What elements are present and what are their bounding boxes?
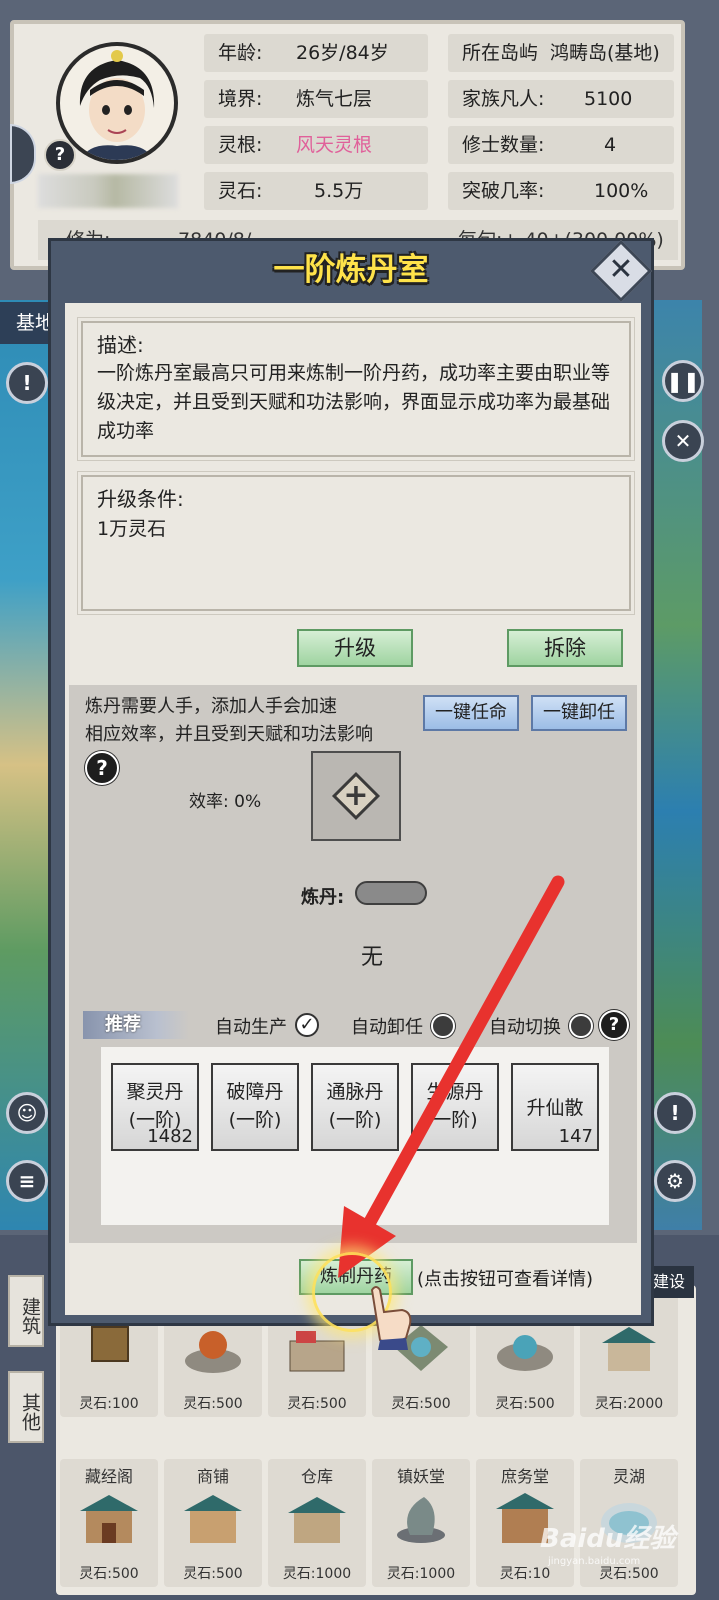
upgrade-title: 升级条件: (97, 487, 184, 511)
cultivators-row: 修士数量: 4 (448, 126, 674, 164)
staff-hint: 炼丹需要人手，添加人手会加速 相应效率，并且受到天赋和功法影响 (85, 696, 373, 745)
efficiency-label: 效率: 0% (189, 792, 262, 812)
realm-row: 境界: 炼气七层 (204, 80, 428, 118)
description-text: 一阶炼丹室最高只可用来炼制一阶丹药，成功率主要由职业等级决定，并且受到天赋和功法… (97, 362, 611, 442)
upgrade-box: 升级条件: 1万灵石 (77, 471, 635, 615)
building-icon (494, 1321, 556, 1377)
upgrade-button[interactable]: 升级 (297, 629, 413, 667)
character-avatar[interactable] (56, 42, 178, 164)
red-arrow-icon (338, 875, 565, 1278)
watermark: Baidu经验 (540, 1524, 676, 1554)
alert-icon[interactable]: ! (6, 362, 48, 404)
plus-icon: + (343, 778, 369, 813)
spirit-stone-row: 灵石: 5.5万 (204, 172, 428, 210)
island-row: 所在岛屿 鸿畴岛(基地) (448, 34, 674, 72)
staff-help-icon[interactable]: ? (85, 751, 119, 785)
scroll-icon[interactable]: ≡ (6, 1160, 48, 1202)
breakthrough-row: 突破几率: 100% (448, 172, 674, 210)
character-icon[interactable]: ☺ (6, 1092, 48, 1134)
demolish-button[interactable]: 拆除 (507, 629, 623, 667)
pointing-hand-icon (370, 1286, 412, 1350)
blurred-name (38, 174, 178, 208)
building-icon (78, 1491, 140, 1547)
auto-produce-label: 自动生产 (215, 1017, 287, 1038)
appoint-all-button[interactable]: 一键任命 (423, 695, 519, 731)
dismiss-all-button[interactable]: 一键卸任 (531, 695, 627, 731)
mortals-row: 家族凡人: 5100 (448, 80, 674, 118)
age-row: 年龄: 26岁/84岁 (204, 34, 428, 72)
description-title: 描述: (97, 333, 144, 357)
linggen-row: 灵根: 风天灵根 (204, 126, 428, 164)
building-icon (182, 1321, 244, 1377)
help-icon[interactable]: ? (44, 139, 76, 171)
building-icon (390, 1491, 452, 1547)
upgrade-cost: 1万灵石 (97, 518, 167, 540)
recommend-tab[interactable]: 推荐 (83, 1011, 189, 1039)
recipe-pozhang[interactable]: 破障丹 (一阶) (211, 1063, 299, 1151)
modal-title: 一阶炼丹室 (273, 252, 429, 288)
building-icon (286, 1491, 348, 1547)
building-icon (78, 1321, 140, 1377)
character-info-card: ? 年龄: 26岁/84岁 境界: 炼气七层 灵根: 风天灵根 灵石: 5.5万 所在岛… (10, 20, 685, 270)
watermark-url: jingyan.baidu.com (548, 1556, 641, 1567)
description-box: 描述: 一阶炼丹室最高只可用来炼制一阶丹药，成功率主要由职业等级决定，并且受到天… (77, 317, 635, 461)
auto-help-icon[interactable]: ? (599, 1010, 629, 1040)
add-staff-slot[interactable]: + (311, 751, 401, 841)
building-icon (598, 1321, 660, 1377)
pause-icon[interactable]: ❚❚ (662, 360, 704, 402)
building-item-cangjingge[interactable]: 藏经阁 灵石:500 (60, 1459, 158, 1587)
swords-icon[interactable]: ✕ (662, 420, 704, 462)
tab-building[interactable]: 建筑 (8, 1275, 44, 1347)
building-item-zhenyaotang[interactable]: 镇妖堂 灵石:1000 (372, 1459, 470, 1587)
gear-icon[interactable]: ⚙ (654, 1160, 696, 1202)
tab-other[interactable]: 其他 (8, 1371, 44, 1443)
side-pause-button[interactable] (10, 124, 36, 184)
notice-icon[interactable]: ! (654, 1092, 696, 1134)
building-item-warehouse[interactable]: 仓库 灵石:1000 (268, 1459, 366, 1587)
recipe-juling[interactable]: 聚灵丹 (一阶) 1482 (111, 1063, 199, 1151)
building-item-shop[interactable]: 商铺 灵石:500 (164, 1459, 262, 1587)
building-icon (182, 1491, 244, 1547)
